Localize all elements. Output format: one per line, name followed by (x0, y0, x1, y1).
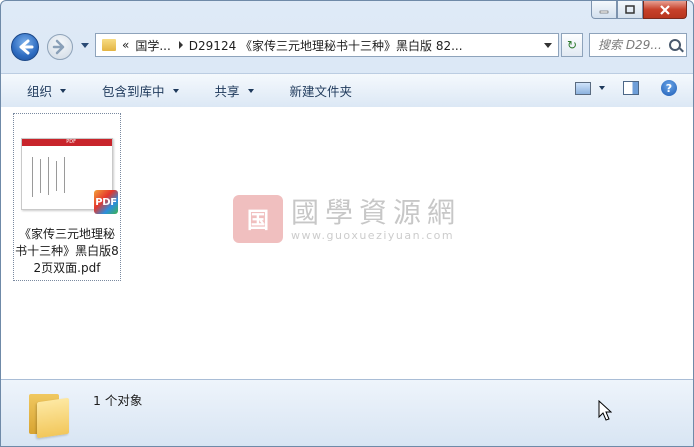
minimize-icon (599, 10, 609, 13)
view-icon[interactable] (575, 81, 591, 95)
maximize-icon (625, 5, 635, 14)
watermark-seal-text: 国 (246, 208, 269, 234)
breadcrumb-current-folder[interactable]: D29124 《家传三元地理秘书十三种》黑白版 82... (189, 37, 463, 54)
chevron-down-icon (60, 88, 67, 93)
share-label: 共享 (214, 84, 240, 99)
address-bar[interactable]: « 国学... D29124 《家传三元地理秘书十三种》黑白版 82... (95, 33, 559, 57)
explorer-window: « 国学... D29124 《家传三元地理秘书十三种》黑白版 82... ↻ … (0, 0, 694, 447)
organize-button[interactable]: 组织 (17, 79, 76, 103)
forward-icon (52, 39, 65, 55)
close-button[interactable] (643, 1, 687, 19)
thumbnail-header-text: PDF (66, 139, 76, 145)
refresh-button[interactable]: ↻ (561, 33, 583, 57)
preview-pane-icon[interactable] (623, 81, 639, 95)
watermark-seal: 国 (233, 195, 283, 243)
toolbar-right: ? (575, 80, 677, 96)
new-folder-label: 新建文件夹 (289, 84, 353, 99)
pdf-icon: PDF (94, 190, 118, 214)
folder-large-icon (29, 388, 71, 439)
address-dropdown[interactable] (544, 43, 552, 48)
thumbnail-header: PDF (22, 139, 112, 146)
search-icon[interactable] (669, 39, 681, 51)
navigation-bar: « 国学... D29124 《家传三元地理秘书十三种》黑白版 82... ↻ (9, 29, 687, 61)
watermark-title: 國學資源網 (291, 195, 462, 229)
maximize-button[interactable] (617, 1, 643, 19)
search-box[interactable] (589, 33, 687, 57)
mouse-cursor-icon (598, 400, 612, 421)
close-icon (660, 4, 670, 15)
caption-buttons (591, 1, 687, 19)
file-name[interactable]: 《家传三元地理秘书十三种》黑白版82页双面.pdf (14, 226, 120, 277)
breadcrumb-overflow[interactable]: « (122, 38, 129, 52)
breadcrumb-guoxue[interactable]: 国学... (135, 37, 170, 54)
organize-label: 组织 (27, 84, 53, 99)
watermark: 国 國學資源網 www.guoxueziyuan.com (233, 195, 461, 243)
new-folder-button[interactable]: 新建文件夹 (280, 79, 363, 103)
back-button[interactable] (11, 33, 39, 61)
chevron-down-icon (247, 88, 254, 93)
file-item-pdf[interactable]: PDF PDF 《家传三元地理秘书十三种》黑白版82页双面.pdf (13, 113, 121, 281)
search-input[interactable] (596, 37, 674, 53)
view-options-dropdown[interactable] (599, 86, 605, 90)
minimize-button[interactable] (591, 1, 617, 19)
refresh-icon: ↻ (566, 38, 578, 52)
folder-icon (102, 39, 116, 51)
command-bar: 组织 包含到库中 共享 新建文件夹 ? (1, 73, 693, 108)
watermark-url: www.guoxueziyuan.com (291, 228, 455, 242)
item-count: 1 个对象 (93, 393, 143, 408)
include-in-library-button[interactable]: 包含到库中 (92, 79, 189, 103)
share-button[interactable]: 共享 (205, 79, 264, 103)
include-label: 包含到库中 (102, 84, 165, 99)
forward-button[interactable] (47, 34, 73, 60)
recent-pages-dropdown[interactable] (81, 43, 89, 48)
back-icon (19, 39, 34, 55)
details-pane: 1 个对象 (1, 379, 693, 446)
watermark-text: 國學資源網 www.guoxueziyuan.com (291, 195, 462, 242)
help-icon[interactable]: ? (661, 80, 677, 96)
breadcrumb-separator[interactable] (178, 41, 183, 49)
file-list[interactable]: PDF PDF 《家传三元地理秘书十三种》黑白版82页双面.pdf 国 國學資源… (1, 107, 693, 380)
chevron-down-icon (172, 88, 179, 93)
